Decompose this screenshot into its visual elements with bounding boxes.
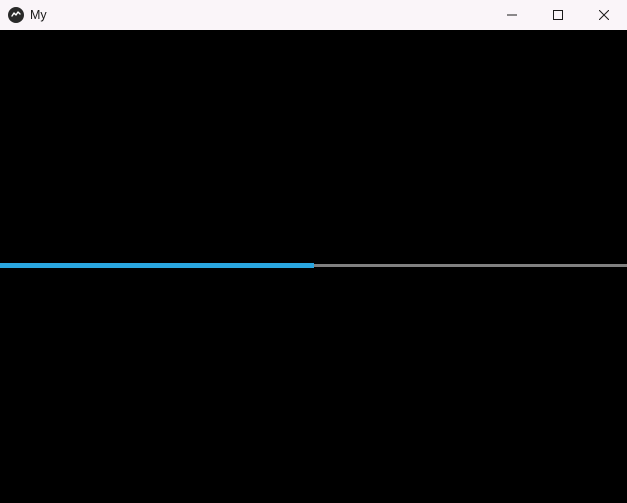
maximize-button[interactable] [535, 0, 581, 30]
app-window: My [0, 0, 627, 503]
app-icon [8, 7, 24, 23]
client-area [0, 30, 627, 503]
maximize-icon [553, 10, 563, 20]
minimize-button[interactable] [489, 0, 535, 30]
minimize-icon [507, 10, 517, 20]
titlebar-left: My [0, 7, 47, 23]
close-icon [599, 10, 609, 20]
progress-fill [0, 263, 314, 268]
window-controls [489, 0, 627, 30]
close-button[interactable] [581, 0, 627, 30]
titlebar: My [0, 0, 627, 30]
window-title: My [30, 8, 47, 22]
